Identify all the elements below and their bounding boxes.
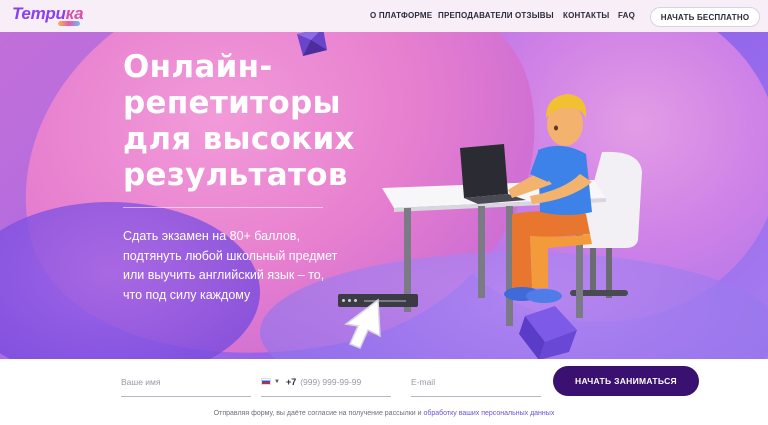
- name-placeholder: Ваше имя: [121, 376, 161, 387]
- hero-title-line: Онлайн-: [123, 49, 273, 85]
- student-laptop-illustration: [382, 94, 642, 326]
- phone-field[interactable]: ▼ +7 (999) 999-99-99: [261, 367, 391, 397]
- email-field[interactable]: E-mail: [411, 367, 541, 397]
- phone-code: +7: [285, 376, 297, 387]
- flag-ru-icon[interactable]: [261, 378, 271, 385]
- cursor-icon: [344, 298, 381, 349]
- phone-placeholder: (999) 999-99-99: [300, 376, 362, 387]
- consent-text: Отправляя форму, вы даёте согласие на по…: [0, 410, 768, 417]
- signup-form: Ваше имя ▼ +7 (999) 999-99-99 E-mail НАЧ…: [0, 359, 768, 425]
- start-free-button[interactable]: НАЧАТЬ БЕСПЛАТНО: [650, 7, 760, 27]
- nav-link-teachers[interactable]: ПРЕПОДАВАТЕЛИ: [438, 11, 513, 20]
- hero-divider: [123, 207, 323, 208]
- nav-link-reviews[interactable]: ОТЗЫВЫ: [515, 11, 554, 20]
- hero-title-line: результатов: [123, 157, 348, 193]
- cube-decoration: [519, 306, 577, 359]
- hero-subtitle-line: или выучить английский язык – то,: [123, 268, 325, 282]
- hero-title-line: репетиторы: [123, 85, 341, 121]
- site-header: Тетрика О ПЛАТФОРМЕ ПРЕПОДАВАТЕЛИ ОТЗЫВЫ…: [0, 0, 768, 32]
- privacy-policy-link[interactable]: обработку ваших персональных данных: [423, 410, 554, 417]
- hero-section: Онлайн- репетиторы для высоких результат…: [0, 32, 768, 359]
- email-placeholder: E-mail: [411, 376, 436, 387]
- hero-title: Онлайн- репетиторы для высоких результат…: [123, 49, 363, 193]
- consent-prefix: Отправляя форму, вы даёте согласие на по…: [213, 410, 424, 417]
- start-studying-button[interactable]: НАЧАТЬ ЗАНИМАТЬСЯ: [553, 366, 699, 396]
- nav-link-platform[interactable]: О ПЛАТФОРМЕ: [370, 11, 432, 20]
- hero-subtitle-line: Сдать экзамен на 80+ баллов,: [123, 229, 300, 243]
- logo-text-left: Тетри: [12, 4, 66, 23]
- chevron-down-icon[interactable]: ▼: [274, 379, 280, 385]
- logo-accent: [58, 21, 80, 26]
- hero-title-line: для высоких: [123, 121, 355, 157]
- nav-link-contacts[interactable]: КОНТАКТЫ: [563, 11, 609, 20]
- nav-link-faq[interactable]: FAQ: [618, 11, 635, 20]
- name-field[interactable]: Ваше имя: [121, 367, 251, 397]
- hero-subtitle-line: подтянуть любой школьный предмет: [123, 248, 338, 263]
